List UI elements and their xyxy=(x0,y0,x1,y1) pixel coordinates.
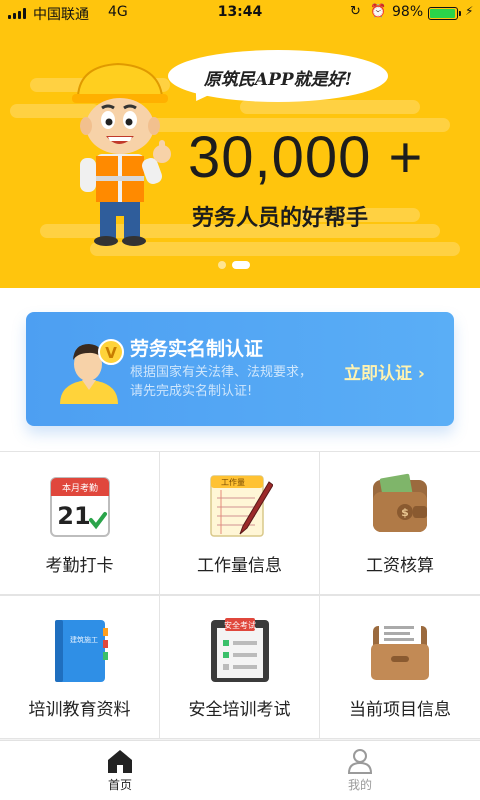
folder-icon xyxy=(371,620,429,680)
verify-now-label: 立即认证 xyxy=(344,364,412,384)
page-dot[interactable] xyxy=(218,261,226,269)
banner[interactable]: 中国联通 4G 13:44 ↻ ⏰ 98% ⚡ 原筑民APP就是好! 30,00… xyxy=(0,0,480,288)
feature-label: 安全培训考试 xyxy=(188,700,291,720)
svg-text:$: $ xyxy=(401,506,409,519)
wallet-icon: $ xyxy=(373,473,427,532)
clipboard-icon: 安全考试 xyxy=(211,618,269,682)
feature-project-info[interactable]: 当前项目信息 xyxy=(320,595,480,739)
feature-salary[interactable]: $ 工资核算 xyxy=(320,451,480,595)
tab-label: 首页 xyxy=(107,778,132,792)
tab-bar: 首页 我的 xyxy=(0,740,480,800)
verify-now-button[interactable]: 立即认证 › xyxy=(344,359,425,384)
feature-label: 工资核算 xyxy=(366,556,434,576)
speech-bubble: 原筑民APP就是好! xyxy=(168,50,388,102)
calendar-number: 21 xyxy=(57,502,90,530)
feature-workload[interactable]: 工作量 工作量信息 xyxy=(160,451,320,595)
worker-illustration-icon xyxy=(72,62,171,246)
feature-label: 考勤打卡 xyxy=(45,556,114,576)
book-icon: 建筑施工 xyxy=(55,620,108,682)
page-dot[interactable] xyxy=(232,261,250,269)
tab-profile[interactable]: 我的 xyxy=(240,741,480,800)
chevron-right-icon: › xyxy=(417,364,425,384)
feature-label: 当前项目信息 xyxy=(349,700,451,720)
book-title: 建筑施工 xyxy=(70,635,98,644)
battery-icon xyxy=(428,7,461,20)
charging-icon: ⚡ xyxy=(465,4,474,18)
calendar-icon: 本月考勤 21 xyxy=(50,477,110,537)
verify-card-title: 劳务实名制认证 xyxy=(130,338,264,360)
calendar-header: 本月考勤 xyxy=(62,482,98,494)
status-bar: 中国联通 4G 13:44 ↻ ⏰ 98% ⚡ xyxy=(0,0,480,28)
rotation-lock-icon: ↻ xyxy=(350,4,361,19)
profile-icon xyxy=(347,749,373,774)
avatar-icon: V xyxy=(60,339,124,404)
alarm-icon: ⏰ xyxy=(370,4,387,19)
notepad-header: 工作量 xyxy=(221,477,245,487)
page-indicator xyxy=(218,261,250,269)
tab-home[interactable]: 首页 xyxy=(0,741,240,800)
verify-card[interactable]: V 劳务实名制认证 根据国家有关法律、法规要求，请先完成实名制认证! 立即认证 … xyxy=(26,312,454,426)
feature-safety-exam[interactable]: 安全考试 安全培训考试 xyxy=(160,595,320,739)
bubble-text: 原筑民APP就是好! xyxy=(203,70,353,90)
battery-percent: 98% xyxy=(392,4,424,20)
headline-subtitle: 劳务人员的好帮手 xyxy=(192,206,369,231)
feature-attendance[interactable]: 本月考勤 21 考勤打卡 xyxy=(0,451,160,595)
feature-label: 培训教育资料 xyxy=(28,700,131,720)
tab-label: 我的 xyxy=(347,778,372,792)
notepad-icon: 工作量 xyxy=(210,475,273,537)
badge-letter: V xyxy=(105,344,117,362)
home-icon xyxy=(108,750,132,773)
feature-label: 工作量信息 xyxy=(197,556,282,576)
clipboard-header: 安全考试 xyxy=(224,620,256,630)
feature-training-materials[interactable]: 建筑施工 培训教育资料 xyxy=(0,595,160,739)
headline-number: 30,000 + xyxy=(188,125,424,190)
feature-grid: 本月考勤 21 考勤打卡 工作量 工作量信息 $ 工资核算 建筑施工 培训教育资… xyxy=(0,451,480,739)
verify-card-description: 根据国家有关法律、法规要求，请先完成实名制认证! xyxy=(130,365,313,399)
